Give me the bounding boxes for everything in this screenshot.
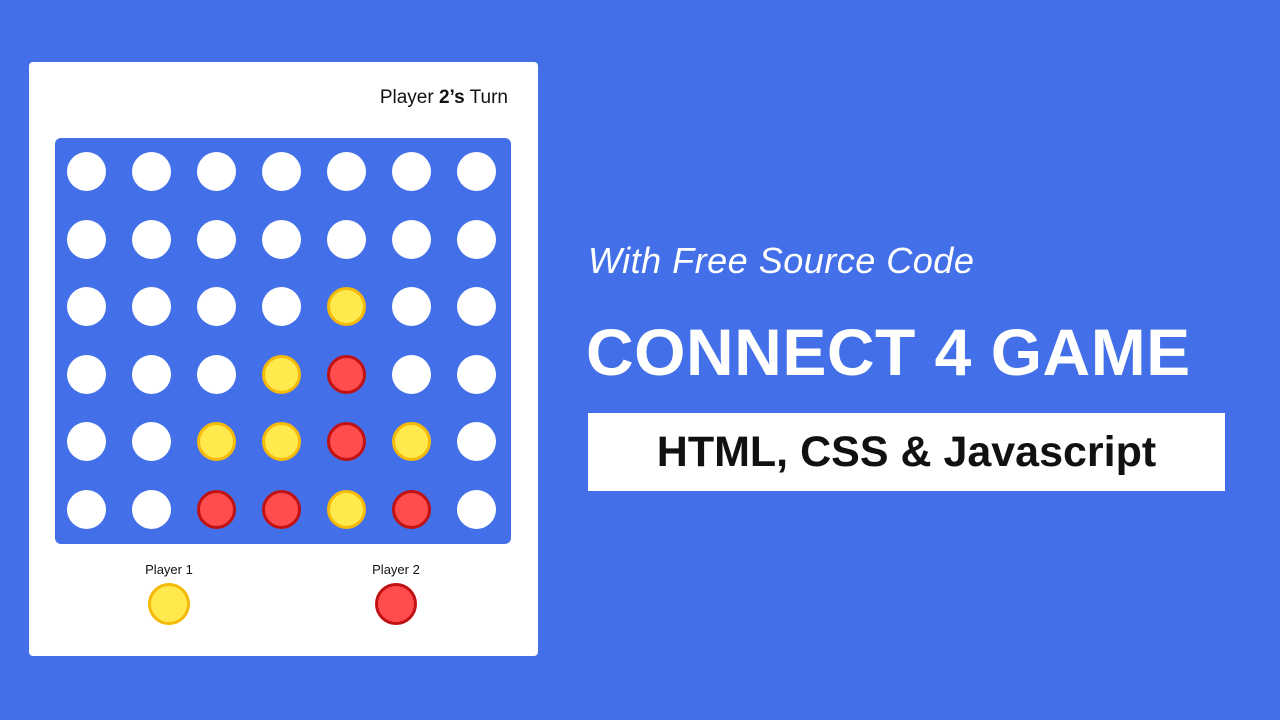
board-cell-r4-c1[interactable] — [67, 354, 106, 394]
board-cell-r1-c2[interactable] — [132, 152, 171, 191]
game-board[interactable] — [55, 138, 511, 544]
board-cell-r5-c3[interactable] — [197, 422, 236, 461]
board-cell-r6-c4[interactable] — [262, 489, 301, 529]
board-cell-r4-c7[interactable] — [457, 354, 496, 394]
board-cell-r2-c4[interactable] — [262, 219, 301, 259]
board-cell-r1-c1[interactable] — [67, 152, 106, 191]
board-cell-r3-c6[interactable] — [392, 287, 431, 326]
board-cell-r6-c7[interactable] — [457, 489, 496, 529]
board-cell-r2-c6[interactable] — [392, 219, 431, 259]
player-1-disc — [148, 583, 190, 625]
board-cell-r2-c1[interactable] — [67, 219, 106, 259]
tech-text: HTML, CSS & Javascript — [656, 427, 1157, 476]
board-cell-r1-c6[interactable] — [392, 152, 431, 191]
board-cell-r3-c3[interactable] — [197, 287, 236, 326]
board-cell-r5-c6[interactable] — [392, 422, 431, 461]
board-cell-r5-c5[interactable] — [327, 422, 366, 461]
board-cell-r5-c1[interactable] — [67, 422, 106, 461]
board-cell-r1-c5[interactable] — [327, 152, 366, 191]
player-2-indicator: Player 2 — [351, 562, 441, 630]
board-cell-r5-c2[interactable] — [132, 422, 171, 461]
board-cell-r2-c2[interactable] — [132, 219, 171, 259]
board-cell-r2-c7[interactable] — [457, 219, 496, 259]
player-1-label: Player 1 — [145, 562, 193, 577]
board-cell-r4-c2[interactable] — [132, 354, 171, 394]
board-cell-r1-c7[interactable] — [457, 152, 496, 191]
player-2-disc — [375, 583, 417, 625]
board-cell-r6-c2[interactable] — [132, 489, 171, 529]
board-cell-r2-c3[interactable] — [197, 219, 236, 259]
board-cell-r5-c4[interactable] — [262, 422, 301, 461]
board-cell-r4-c5[interactable] — [327, 354, 366, 394]
turn-prefix: Player — [379, 87, 439, 108]
game-card: Player 2’s Turn Player 1 Player 2 — [29, 62, 538, 656]
board-cell-r1-c3[interactable] — [197, 152, 236, 191]
board-cell-r3-c1[interactable] — [67, 287, 106, 326]
turn-suffix: Turn — [464, 87, 508, 108]
board-cell-r3-c7[interactable] — [457, 287, 496, 326]
turn-indicator: Player 2’s Turn — [380, 87, 508, 109]
board-cell-r6-c1[interactable] — [67, 489, 106, 529]
board-cell-r3-c5[interactable] — [327, 287, 366, 326]
board-cell-r4-c6[interactable] — [392, 354, 431, 394]
board-cell-r4-c3[interactable] — [197, 354, 236, 394]
tagline: With Free Source Code — [588, 240, 975, 281]
board-cell-r5-c7[interactable] — [457, 422, 496, 461]
board-cell-r6-c5[interactable] — [327, 489, 366, 529]
turn-player: 2’s — [438, 87, 465, 108]
player-1-indicator: Player 1 — [124, 562, 214, 630]
board-cell-r6-c3[interactable] — [197, 489, 236, 529]
board-cell-r3-c4[interactable] — [262, 287, 301, 326]
board-cell-r3-c2[interactable] — [132, 287, 171, 326]
board-cell-r6-c6[interactable] — [392, 489, 431, 529]
tech-banner: HTML, CSS & Javascript — [588, 413, 1225, 491]
player-2-label: Player 2 — [372, 562, 420, 577]
board-cell-r1-c4[interactable] — [262, 152, 301, 191]
headline: CONNECT 4 GAME — [586, 315, 1191, 389]
board-cell-r4-c4[interactable] — [262, 354, 301, 394]
board-cell-r2-c5[interactable] — [327, 219, 366, 259]
